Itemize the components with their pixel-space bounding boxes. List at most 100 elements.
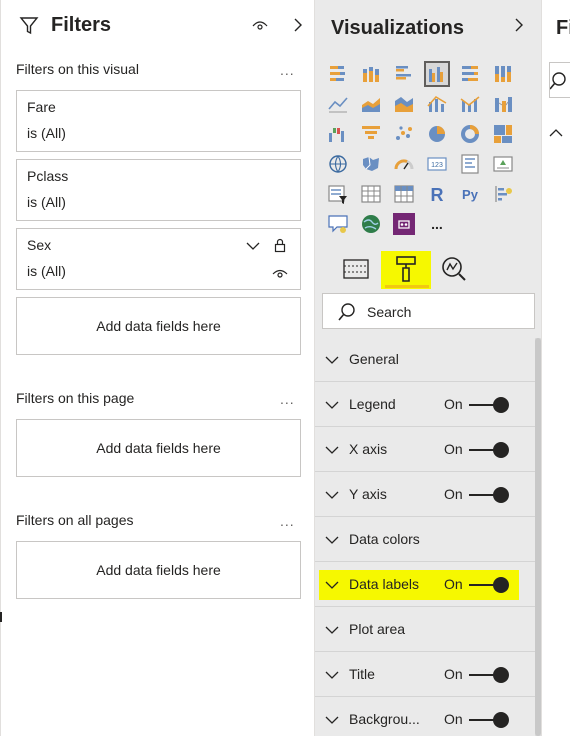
fields-tab-icon[interactable]: [341, 254, 371, 284]
analytics-icon[interactable]: [439, 254, 469, 284]
stacked-area-chart-icon[interactable]: [393, 93, 415, 115]
line-stacked-column-icon[interactable]: [426, 93, 448, 115]
python-visual-icon[interactable]: Py: [459, 183, 481, 205]
chevron-down-icon: [325, 536, 339, 544]
format-row-data-labels[interactable]: Data labels On: [315, 563, 535, 607]
section-filters-page: Filters on this page: [16, 390, 135, 406]
x-axis-toggle[interactable]: [469, 442, 509, 458]
waterfall-chart-icon[interactable]: [327, 123, 349, 145]
search-icon: [550, 72, 566, 90]
table-icon[interactable]: [360, 183, 382, 205]
filter-card-name: Fare: [27, 99, 56, 115]
add-data-fields-all[interactable]: Add data fields here: [16, 541, 301, 599]
filter-card-fare[interactable]: Fare is (All): [16, 90, 301, 152]
treemap-icon[interactable]: [492, 123, 514, 145]
more-visuals-button[interactable]: ...: [426, 213, 448, 235]
pie-chart-icon[interactable]: [426, 123, 448, 145]
toggle-state-label: On: [444, 711, 463, 727]
r-visual-icon[interactable]: R: [426, 183, 448, 205]
line-clustered-column-icon[interactable]: [459, 93, 481, 115]
toggle-state-label: On: [444, 441, 463, 457]
background-toggle[interactable]: [469, 712, 509, 728]
filter-card-pclass[interactable]: Pclass is (All): [16, 159, 301, 221]
visual-pane-tabs: [315, 248, 542, 292]
stacked-column-chart-icon[interactable]: [360, 63, 382, 85]
format-row-title[interactable]: Title On: [315, 653, 535, 697]
eye-icon[interactable]: [252, 18, 268, 32]
100-stacked-bar-chart-icon[interactable]: [459, 63, 481, 85]
card-icon[interactable]: 123: [426, 153, 448, 175]
filter-card-name: Pclass: [27, 168, 69, 184]
more-options-page[interactable]: ...: [280, 391, 295, 407]
filled-map-icon[interactable]: [360, 153, 382, 175]
filters-title: Filters: [51, 14, 112, 36]
multi-row-card-icon[interactable]: [459, 153, 481, 175]
row-label: Plot area: [349, 621, 406, 637]
chevron-down-icon: [325, 401, 339, 409]
format-row-y-axis[interactable]: Y axis On: [315, 473, 535, 517]
gauge-icon[interactable]: [393, 153, 415, 175]
toggle-state-label: On: [444, 486, 463, 502]
line-chart-icon[interactable]: [327, 93, 349, 115]
lock-icon[interactable]: [274, 238, 286, 253]
100-stacked-column-chart-icon[interactable]: [492, 63, 514, 85]
chevron-right-icon[interactable]: [513, 17, 525, 33]
visualizations-pane: Visualizations 123 R Py ... Search Gener…: [314, 0, 542, 736]
format-row-background[interactable]: Backgrou... On: [315, 698, 535, 742]
section-filters-visual: Filters on this visual: [16, 61, 139, 77]
arcgis-map-icon[interactable]: [360, 213, 382, 235]
search-icon: [338, 303, 355, 321]
eye-icon[interactable]: [272, 267, 288, 279]
row-label: Backgrou...: [349, 711, 420, 727]
scatter-chart-icon[interactable]: [393, 123, 415, 145]
chevron-down-icon[interactable]: [246, 241, 260, 251]
matrix-icon[interactable]: [393, 183, 415, 205]
ribbon-chart-icon[interactable]: [492, 93, 514, 115]
format-row-data-colors[interactable]: Data colors: [315, 518, 535, 562]
format-row-legend[interactable]: Legend On: [315, 383, 535, 427]
filter-card-value: is (All): [27, 194, 66, 210]
chevron-down-icon: [325, 491, 339, 499]
paint-roller-icon[interactable]: [391, 254, 421, 284]
chevron-right-icon[interactable]: [292, 17, 304, 33]
stacked-bar-chart-icon[interactable]: [327, 63, 349, 85]
toggle-state-label: On: [444, 576, 463, 592]
section-filters-all: Filters on all pages: [16, 512, 134, 528]
more-options-visual[interactable]: ...: [280, 62, 295, 78]
qa-visual-icon[interactable]: [327, 213, 349, 235]
more-options-all[interactable]: ...: [280, 513, 295, 529]
filter-card-sex[interactable]: Sex is (All): [16, 228, 301, 290]
filter-card-value: is (All): [27, 125, 66, 141]
legend-toggle[interactable]: [469, 397, 509, 413]
donut-chart-icon[interactable]: [459, 123, 481, 145]
title-toggle[interactable]: [469, 667, 509, 683]
funnel-chart-icon[interactable]: [360, 123, 382, 145]
power-apps-icon[interactable]: [393, 213, 415, 235]
row-label: Data labels: [349, 576, 420, 592]
key-influencers-icon[interactable]: [492, 183, 514, 205]
data-labels-toggle[interactable]: [469, 577, 509, 593]
format-search-input[interactable]: Search: [322, 293, 535, 329]
row-label: Legend: [349, 396, 396, 412]
chevron-up-icon[interactable]: [549, 128, 563, 138]
format-row-plot-area[interactable]: Plot area: [315, 608, 535, 652]
svg-text:123: 123: [431, 162, 443, 169]
format-row-general[interactable]: General: [315, 338, 535, 382]
y-axis-toggle[interactable]: [469, 487, 509, 503]
clustered-column-chart-icon[interactable]: [424, 61, 450, 87]
clustered-bar-chart-icon[interactable]: [393, 63, 415, 85]
format-row-x-axis[interactable]: X axis On: [315, 428, 535, 472]
fields-search-input[interactable]: [549, 62, 570, 98]
chevron-down-icon: [325, 446, 339, 454]
add-data-fields-visual[interactable]: Add data fields here: [16, 297, 301, 355]
fields-title: Fi: [556, 17, 570, 39]
visualizations-title: Visualizations: [331, 17, 465, 39]
filter-card-value: is (All): [27, 263, 66, 279]
map-icon[interactable]: [327, 153, 349, 175]
row-label: Title: [349, 666, 375, 682]
area-chart-icon[interactable]: [360, 93, 382, 115]
slicer-icon[interactable]: [327, 183, 349, 205]
kpi-icon[interactable]: [492, 153, 514, 175]
row-label: Data colors: [349, 531, 420, 547]
add-data-fields-page[interactable]: Add data fields here: [16, 419, 301, 477]
